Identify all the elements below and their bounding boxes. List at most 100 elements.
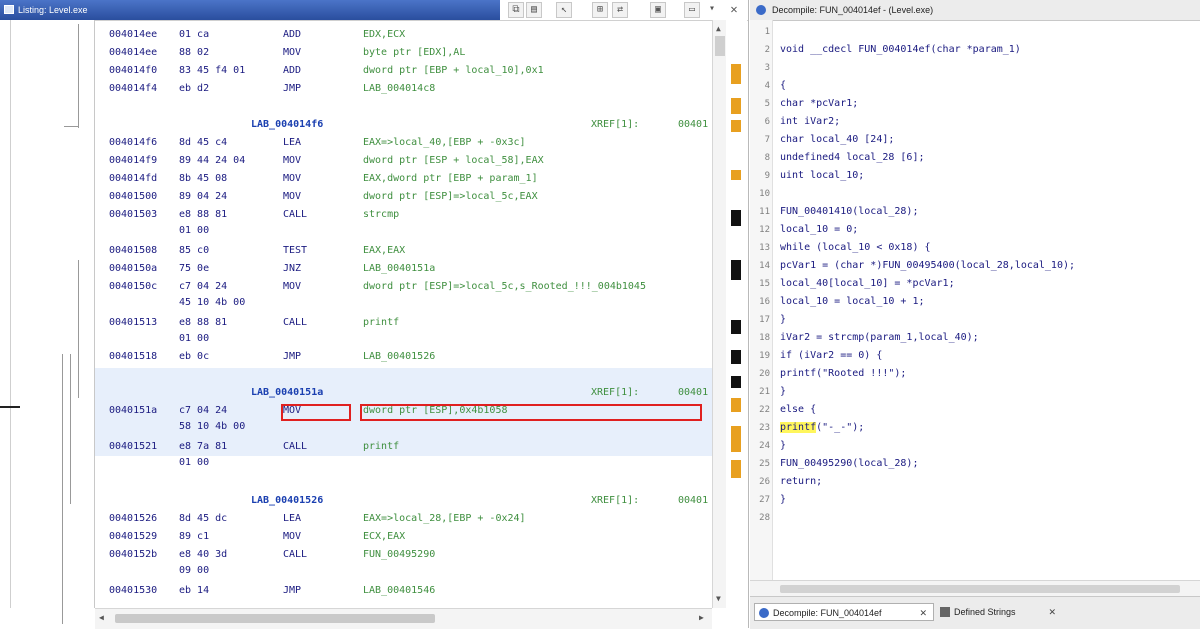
hscroll-thumb[interactable] — [780, 585, 1180, 593]
code-line[interactable]: } — [780, 384, 786, 400]
code-line[interactable]: while (local_10 < 0x18) { — [780, 240, 931, 256]
bookmark-marker[interactable] — [731, 98, 741, 114]
export-icon[interactable]: ⇄ — [612, 2, 628, 18]
code-line[interactable]: iVar2 = strcmp(param_1,local_40); — [780, 330, 979, 346]
listing-row[interactable]: 00401500 89 04 24 MOV dword ptr [ESP]=>loca… — [95, 190, 712, 204]
cursor-icon[interactable]: ↖ — [556, 2, 572, 18]
tab-close-icon[interactable]: ✕ — [1048, 603, 1056, 621]
code-line[interactable]: } — [780, 312, 786, 328]
code-line[interactable]: void __cdecl FUN_004014ef(char *param_1) — [780, 42, 1021, 58]
line-number: 16 — [759, 297, 770, 307]
bookmark-marker[interactable] — [731, 426, 741, 452]
bookmark-marker[interactable] — [731, 170, 741, 180]
filter-icon[interactable]: ⊞ — [592, 2, 608, 18]
code-line[interactable]: } — [780, 492, 786, 508]
code-line[interactable]: else { — [780, 402, 816, 418]
listing-row[interactable]: 004014f0 83 45 f4 01 ADD dword ptr [EBP + l… — [95, 64, 712, 78]
instruction-operands: EAX,dword ptr [EBP + param_1] — [363, 173, 538, 184]
listing-row[interactable]: 01 00 — [95, 332, 712, 346]
code-line[interactable]: undefined4 local_28 [6]; — [780, 150, 925, 166]
tab-defined-strings[interactable]: Defined Strings ✕ — [936, 603, 1066, 621]
code-line[interactable]: FUN_00401410(local_28); — [780, 204, 918, 220]
listing-row[interactable]: 004014ee 01 ca ADD EDX,ECX — [95, 28, 712, 42]
listing-label-row[interactable]: LAB_0040151a XREF[1]: 00401 — [95, 386, 712, 400]
listing-row[interactable]: 004014fd 8b 45 08 MOV EAX,dword ptr [EBP + … — [95, 172, 712, 186]
listing-row[interactable]: 00401503 e8 88 81 CALL strcmp — [95, 208, 712, 222]
code-line[interactable]: } — [780, 438, 786, 454]
listing-row[interactable]: 004014ee 88 02 MOV byte ptr [EDX],AL — [95, 46, 712, 60]
bookmark-marker[interactable] — [731, 460, 741, 478]
listing-row[interactable]: 0040152b e8 40 3d CALL FUN_00495290 — [95, 548, 712, 562]
bookmark-marker[interactable] — [731, 64, 741, 84]
listing-code-area[interactable]: 004014ee 01 ca ADD EDX,ECX 004014ee 88 02 MOV b… — [95, 20, 712, 608]
listing-row[interactable]: 00401529 89 c1 MOV ECX,EAX — [95, 530, 712, 544]
listing-row[interactable]: 00401526 8d 45 dc LEA EAX=>local_28,[EBP + … — [95, 512, 712, 526]
hscroll-thumb[interactable] — [115, 614, 435, 623]
listing-row[interactable]: 45 10 4b 00 — [95, 296, 712, 310]
code-line[interactable]: if (iVar2 == 0) { — [780, 348, 882, 364]
instruction-address: 004014ee — [109, 29, 158, 40]
listing-marker-margin[interactable] — [726, 20, 747, 608]
line-number: 7 — [764, 135, 770, 145]
listing-row[interactable]: 09 00 — [95, 564, 712, 578]
scroll-right-icon[interactable]: ▶ — [699, 613, 704, 622]
code-line[interactable]: FUN_00495290(local_28); — [780, 456, 918, 472]
decompiler-horizontal-scrollbar[interactable] — [750, 580, 1200, 597]
bookmark-marker[interactable] — [731, 398, 741, 412]
code-line[interactable]: local_40[local_10] = *pcVar1; — [780, 276, 955, 292]
save-icon[interactable]: ▭ — [684, 2, 700, 18]
listing-row[interactable]: 01 00 — [95, 456, 712, 470]
scroll-thumb[interactable] — [715, 36, 725, 56]
listing-row[interactable]: 0040150a 75 0e JNZ LAB_0040151a — [95, 262, 712, 276]
scroll-up-icon[interactable]: ▲ — [716, 24, 721, 33]
paste-icon[interactable]: ▤ — [526, 2, 542, 18]
code-line[interactable]: local_10 = local_10 + 1; — [780, 294, 925, 310]
print-icon[interactable]: ▣ — [650, 2, 666, 18]
copy-icon[interactable]: ⧉ — [508, 2, 524, 18]
tab-close-icon[interactable]: ✕ — [919, 604, 927, 622]
menu-icon[interactable]: ▾ — [704, 2, 720, 18]
code-line[interactable]: local_10 = 0; — [780, 222, 858, 238]
listing-label-row[interactable]: LAB_004014f6 XREF[1]: 00401 — [95, 118, 712, 132]
listing-row[interactable]: 004014f9 89 44 24 04 MOV dword ptr [ESP + l… — [95, 154, 712, 168]
listing-row[interactable]: 00401513 e8 88 81 CALL printf — [95, 316, 712, 330]
bookmark-marker[interactable] — [731, 120, 741, 132]
listing-row[interactable]: 00401521 e8 7a 81 CALL printf — [95, 440, 712, 454]
listing-row[interactable]: 004014f4 eb d2 JMP LAB_004014c8 — [95, 82, 712, 96]
code-line[interactable]: pcVar1 = (char *)FUN_00495400(local_28,l… — [780, 258, 1075, 274]
code-line[interactable]: int iVar2; — [780, 114, 840, 130]
listing-label-row[interactable]: LAB_00401526 XREF[1]: 00401 — [95, 494, 712, 508]
printf-highlight[interactable]: printf — [780, 422, 817, 433]
overview-marker[interactable] — [731, 260, 741, 280]
code-line[interactable]: return; — [780, 474, 822, 490]
code-line[interactable]: uint local_10; — [780, 168, 864, 184]
code-line[interactable]: { — [780, 78, 786, 94]
code-line[interactable]: char *pcVar1; — [780, 96, 858, 112]
close-icon[interactable]: ✕ — [726, 2, 742, 18]
listing-row[interactable]: 004014f6 8d 45 c4 LEA EAX=>local_40,[EBP + … — [95, 136, 712, 150]
listing-horizontal-scrollbar[interactable]: ◀ ▶ — [95, 608, 712, 629]
xref-text: XREF[1]: — [591, 495, 640, 506]
tab-decompile[interactable]: Decompile: FUN_004014ef ✕ — [754, 603, 934, 621]
listing-row[interactable]: 01 00 — [95, 224, 712, 238]
code-line[interactable]: printf("Rooted !!!"); — [780, 366, 906, 382]
listing-vertical-scrollbar[interactable]: ▲ ▼ — [712, 20, 727, 608]
line-number: 14 — [759, 261, 770, 271]
listing-row[interactable]: 58 10 4b 00 — [95, 420, 712, 434]
overview-marker[interactable] — [731, 350, 741, 364]
listing-row[interactable]: 00401508 85 c0 TEST EAX,EAX — [95, 244, 712, 258]
instruction-address: 004014fd — [109, 173, 158, 184]
scroll-down-icon[interactable]: ▼ — [716, 594, 721, 603]
code-line[interactable]: char local_40 [24]; — [780, 132, 894, 148]
decompiler-icon — [756, 5, 766, 15]
overview-marker[interactable] — [731, 320, 741, 334]
scroll-left-icon[interactable]: ◀ — [99, 613, 104, 622]
listing-title-tab[interactable]: Listing: Level.exe — [0, 0, 500, 20]
instruction-operands: EAX=>local_40,[EBP + -0x3c] — [363, 137, 526, 148]
listing-row[interactable]: 00401530 eb 14 JMP LAB_00401546 — [95, 584, 712, 598]
code-line[interactable]: printf("-_-"); — [780, 420, 864, 436]
overview-marker[interactable] — [731, 210, 741, 226]
listing-row[interactable]: 0040150c c7 04 24 MOV dword ptr [ESP]=>loca… — [95, 280, 712, 294]
overview-marker[interactable] — [731, 376, 741, 388]
listing-row[interactable]: 00401518 eb 0c JMP LAB_00401526 — [95, 350, 712, 364]
